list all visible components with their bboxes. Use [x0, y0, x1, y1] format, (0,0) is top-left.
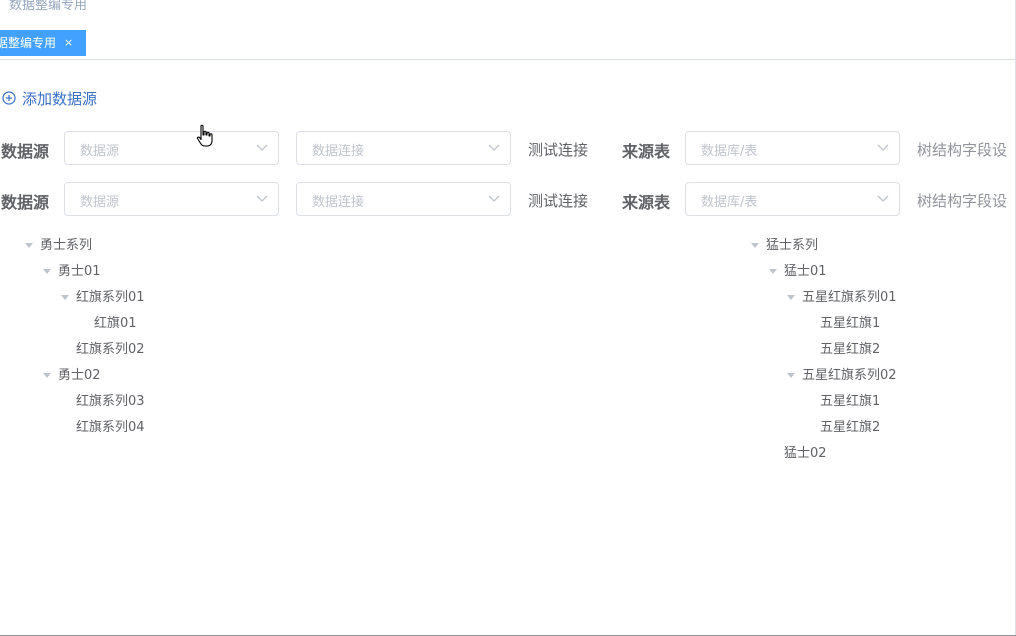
table-select[interactable]: 数据库/表 [685, 131, 900, 165]
tree-node[interactable]: 猛士02 [748, 441, 1008, 467]
tree-node[interactable]: 五星红旗系列02 [748, 363, 1008, 389]
connection-placeholder: 数据连接 [312, 195, 365, 210]
table-placeholder: 数据库/表 [701, 144, 758, 159]
datasource-row-2: 数据源 数据源 数据连接 测试连接 来源表 数据库/表 树结构字段设 [0, 182, 1016, 218]
right-tree: 猛士系列猛士01 五星红旗系列01 五星红旗1 五星红旗2 五星红旗系列02 五星红旗1 五… [748, 233, 1008, 467]
caret-down-icon[interactable] [43, 269, 51, 274]
tree-node[interactable]: 红旗系列04 [22, 415, 322, 441]
tree-node[interactable]: 勇士系列 [22, 233, 322, 259]
tree-node-label: 五星红旗系列02 [802, 368, 897, 383]
breadcrumb[interactable]: 数据整编专用 [9, 0, 87, 13]
tree-node-label: 五星红旗1 [820, 394, 881, 409]
caret-down-icon[interactable] [751, 243, 759, 248]
tree-node-label: 勇士01 [58, 264, 101, 279]
tree-node-label: 勇士02 [58, 368, 101, 383]
tree-field-config-link[interactable]: 树结构字段设 [917, 139, 1007, 160]
caret-down-icon[interactable] [25, 243, 33, 248]
datasource-label: 数据源 [1, 142, 50, 161]
chevron-down-icon [256, 195, 268, 202]
tree-node[interactable]: 勇士01 [22, 259, 322, 285]
add-datasource-button[interactable]: 添加数据源 [2, 88, 97, 108]
datasource-placeholder: 数据源 [80, 195, 120, 210]
caret-down-icon[interactable] [787, 373, 795, 378]
tree-node[interactable]: 红旗系列03 [22, 389, 322, 415]
tree-node-label: 五星红旗2 [820, 420, 881, 435]
left-tree: 勇士系列勇士01 红旗系列01 红旗01 红旗系列02 勇士02 红旗系列03 红旗系列04 [22, 233, 322, 441]
tree-node[interactable]: 红旗系列01 [22, 285, 322, 311]
tag-label: 据整编专用 [0, 36, 57, 50]
add-datasource-label: 添加数据源 [22, 89, 98, 108]
chevron-down-icon [877, 195, 889, 202]
connection-placeholder: 数据连接 [312, 144, 365, 159]
datasource-select[interactable]: 数据源 [64, 131, 279, 165]
source-table-label: 来源表 [622, 142, 671, 161]
datasource-select[interactable]: 数据源 [64, 182, 279, 216]
chevron-down-icon [877, 144, 889, 151]
source-table-label: 来源表 [622, 193, 671, 212]
tree-node-label: 红旗系列01 [76, 290, 145, 305]
tree-node-label: 五星红旗1 [820, 316, 881, 331]
tree-node-label: 五星红旗2 [820, 342, 881, 357]
tree-node-label: 猛士系列 [766, 238, 819, 253]
connection-select[interactable]: 数据连接 [296, 131, 511, 165]
test-connection-button[interactable]: 测试连接 [528, 139, 588, 160]
tree-node-label: 勇士系列 [40, 238, 93, 253]
tree-node-label: 红旗系列04 [76, 420, 145, 435]
caret-down-icon[interactable] [769, 269, 777, 274]
datasource-placeholder: 数据源 [80, 144, 120, 159]
tree-node-label: 猛士02 [784, 446, 827, 461]
caret-down-icon[interactable] [61, 295, 69, 300]
caret-down-icon[interactable] [43, 373, 51, 378]
tree-node-label: 猛士01 [784, 264, 827, 279]
tree-node[interactable]: 猛士01 [748, 259, 1008, 285]
tree-node[interactable]: 五星红旗1 [748, 311, 1008, 337]
tag-active[interactable]: 据整编专用 × [0, 30, 87, 56]
tree-node-label: 红旗系列03 [76, 394, 145, 409]
hand-pointer-icon [196, 124, 213, 147]
plus-circle-icon [2, 91, 16, 105]
tree-node[interactable]: 五星红旗2 [748, 415, 1008, 441]
datasource-label: 数据源 [1, 193, 50, 212]
tree-node[interactable]: 五星红旗系列01 [748, 285, 1008, 311]
tree-node-label: 红旗01 [94, 316, 137, 331]
table-select[interactable]: 数据库/表 [685, 182, 900, 216]
tree-field-config-link[interactable]: 树结构字段设 [917, 190, 1007, 211]
tree-node[interactable]: 五星红旗2 [748, 337, 1008, 363]
tag-close-icon[interactable]: × [64, 30, 73, 56]
tags-view-bar: 据整编专用 × [0, 29, 1015, 60]
chevron-down-icon [488, 195, 500, 202]
table-placeholder: 数据库/表 [701, 195, 758, 210]
chevron-down-icon [488, 144, 500, 151]
tree-node[interactable]: 猛士系列 [748, 233, 1008, 259]
datasource-row-1: 数据源 数据源 数据连接 测试连接 来源表 数据库/表 树结构字段设 [0, 131, 1016, 167]
tree-node[interactable]: 五星红旗1 [748, 389, 1008, 415]
tree-node-label: 五星红旗系列01 [802, 290, 897, 305]
tree-node[interactable]: 勇士02 [22, 363, 322, 389]
test-connection-button[interactable]: 测试连接 [528, 190, 588, 211]
tree-node[interactable]: 红旗01 [22, 311, 322, 337]
caret-down-icon[interactable] [787, 295, 795, 300]
chevron-down-icon [256, 144, 268, 151]
tree-node[interactable]: 红旗系列02 [22, 337, 322, 363]
connection-select[interactable]: 数据连接 [296, 182, 511, 216]
tree-node-label: 红旗系列02 [76, 342, 145, 357]
